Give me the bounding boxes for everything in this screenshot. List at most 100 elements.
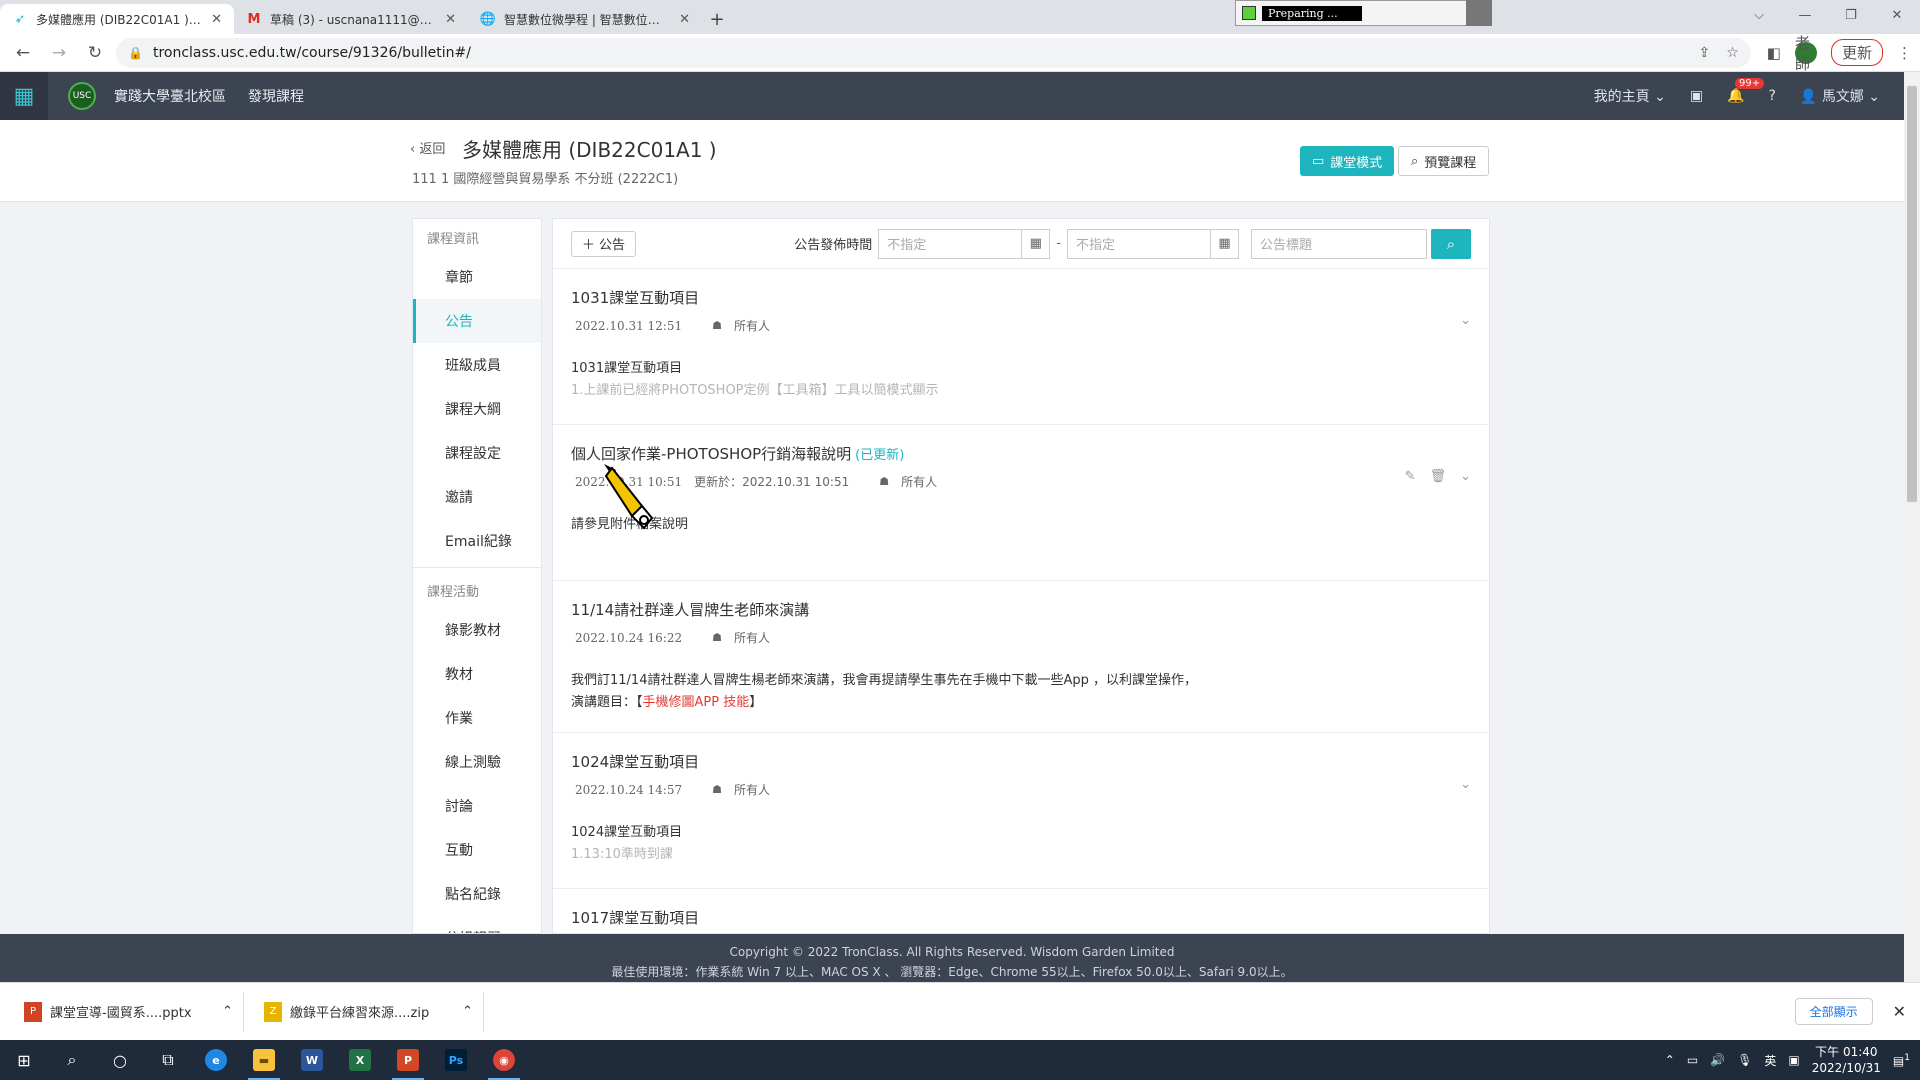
sidebar-item-interaction[interactable]: 互動 [413,828,541,872]
highlight-link[interactable]: 手機修圖APP 技能 [643,695,750,710]
sidebar-item-email-log[interactable]: Email紀錄 [413,519,541,563]
sidebar-item-settings[interactable]: 課程設定 [413,431,541,475]
close-icon[interactable]: ✕ [1893,1002,1906,1021]
back-arrow-icon[interactable]: ← [8,38,38,68]
bulletin-title[interactable]: 1024課堂互動項目 [571,751,1471,772]
apps-grid-icon[interactable]: ▦ [0,72,48,120]
task-view-icon[interactable]: ⧉ [144,1040,192,1080]
download-item-zip[interactable]: Z 繳錄平台練習來源....zip ⌃ [254,991,484,1032]
microphone-icon[interactable]: 🎙 [1737,1053,1752,1067]
profile-avatar[interactable]: 老師 [1794,34,1817,73]
bulletin-title[interactable]: 1031課堂互動項目 [571,287,1471,308]
class-mode-button[interactable]: ▭ 課堂模式 [1300,146,1395,176]
volume-icon[interactable]: 🔊 [1710,1053,1725,1067]
chevron-down-icon[interactable]: ⌄ [1460,777,1471,792]
sidebar-item-discussion[interactable]: 討論 [413,784,541,828]
sidebar-item-bulletin[interactable]: 公告 [413,299,541,343]
page-scrollbar[interactable] [1904,72,1920,982]
cortana-icon[interactable]: ○ [96,1040,144,1080]
bell-icon[interactable]: 🔔 99+ [1727,78,1765,104]
edge-icon[interactable]: e [192,1040,240,1080]
excel-icon[interactable]: X [336,1040,384,1080]
edit-icon[interactable]: ✎ [1405,469,1416,484]
calendar-icon[interactable]: ▦ [1210,229,1238,258]
start-date-input[interactable]: 不指定 ▦ [878,228,1051,259]
my-home-menu[interactable]: 我的主頁 ⌄ [1594,86,1666,106]
search-icon[interactable]: ⌕ [48,1040,96,1080]
bulletin-item[interactable]: 1024課堂互動項目 2022.10.24 14:57 ☗ 所有人 ⌄ 1024… [553,733,1489,889]
close-icon[interactable]: ✕ [445,12,456,27]
star-icon[interactable]: ☆ [1726,45,1739,61]
add-bulletin-button[interactable]: ＋公告 [571,230,637,257]
notification-center-icon[interactable]: ▤1 [1893,1053,1910,1068]
window-close-icon[interactable]: ✕ [1874,0,1920,30]
sidebar-item-chapters[interactable]: 章節 [413,255,541,299]
close-icon[interactable]: ✕ [679,12,690,27]
share-icon[interactable]: ⇪ [1699,45,1711,61]
calendar-icon[interactable]: ▣ [1690,88,1703,104]
new-tab-button[interactable]: + [702,4,732,34]
network-icon[interactable]: ▭ [1687,1053,1698,1067]
chevron-up-icon[interactable]: ⌃ [1665,1053,1675,1067]
sidebar-item-invite[interactable]: 邀請 [413,475,541,519]
sidebar-item-syllabus[interactable]: 課程大綱 [413,387,541,431]
back-link[interactable]: ‹ 返回 [410,138,445,157]
sidebar-item-members[interactable]: 班級成員 [413,343,541,387]
ime-mode-icon[interactable]: ▣ [1788,1053,1799,1067]
minimize-icon[interactable]: — [1782,0,1828,30]
word-icon[interactable]: W [288,1040,336,1080]
preview-course-button[interactable]: ⌕ 預覽課程 [1398,146,1490,176]
file-explorer-icon[interactable]: ▬ [240,1040,288,1080]
kebab-menu-icon[interactable]: ⋮ [1897,44,1912,62]
bulletin-item[interactable]: 11/14請社群達人冒牌生老師來演講 2022.10.24 16:22 ☗ 所有… [553,581,1489,733]
discover-courses-link[interactable]: 發現課程 [248,86,304,106]
reload-icon[interactable]: ↻ [80,38,110,68]
trash-icon[interactable]: 🗑 [1430,469,1447,484]
bulletin-title[interactable]: 1017課堂互動項目 [571,907,1471,928]
close-icon[interactable]: ✕ [211,12,222,27]
bulletin-item[interactable]: 個人回家作業-PHOTOSHOP行銷海報說明 (已更新) 2022.10.31 1… [553,425,1489,581]
browser-tab-gmail[interactable]: M 草稿 (3) - uscnana1111@gmail ✕ [234,4,468,34]
bulletin-title[interactable]: 個人回家作業-PHOTOSHOP行銷海報說明 [571,445,851,463]
tronclass-favicon-icon: ➶ [14,11,26,27]
browser-tab-course[interactable]: ➶ 多媒體應用 (DIB22C01A1 ) - 實踐 ✕ [0,4,234,34]
side-panel-icon[interactable]: ◧ [1767,44,1781,62]
photoshop-icon[interactable]: Ps [432,1040,480,1080]
chevron-up-icon[interactable]: ⌃ [462,1004,473,1019]
calendar-icon[interactable]: ▦ [1021,229,1049,258]
chevron-up-icon[interactable]: ⌃ [222,1004,233,1019]
bulletin-item[interactable]: 1017課堂互動項目 [553,889,1489,933]
browser-tab-platform[interactable]: 🌐 智慧數位微學程 | 智慧數位平台 ✕ [468,4,702,34]
sidebar-item-videos[interactable]: 錄影教材 [413,608,541,652]
chevron-down-icon[interactable]: ⌄ [1460,313,1471,328]
sidebar-item-homework[interactable]: 作業 [413,696,541,740]
show-all-downloads-button[interactable]: 全部顯示 [1794,998,1873,1025]
help-icon[interactable]: ? [1768,88,1775,104]
download-item-pptx[interactable]: P 課堂宣導-國貿系....pptx ⌃ [14,991,244,1032]
ime-indicator[interactable]: 英 [1764,1052,1776,1069]
scrollbar-thumb[interactable] [1907,86,1917,502]
bulletin-search-input[interactable]: 公告標題 [1251,228,1427,259]
update-button[interactable]: 更新 [1830,39,1883,66]
chevron-down-icon[interactable]: ⌄ [1460,469,1471,484]
tab-search-icon[interactable]: ⌵ [1736,0,1782,30]
sidebar-item-attendance[interactable]: 點名紀錄 [413,872,541,916]
forward-arrow-icon[interactable]: → [44,38,74,68]
powerpoint-icon[interactable]: P [384,1040,432,1080]
sidebar-item-materials[interactable]: 教材 [413,652,541,696]
sidebar-item-groups[interactable]: 分組報習 [413,916,541,933]
bulletin-item[interactable]: 1031課堂互動項目 2022.10.31 12:51 ☗ 所有人 ⌄ 1031… [553,269,1489,425]
campus-link[interactable]: 實踐大學臺北校區 [114,86,226,106]
url-bar[interactable]: 🔒 tronclass.usc.edu.tw/course/91326/bull… [116,37,1751,68]
taskbar-clock[interactable]: 下午 01:40 2022/10/31 [1812,1044,1881,1076]
restore-icon[interactable]: ❐ [1828,0,1874,30]
chrome-icon[interactable]: ◉ [480,1040,528,1080]
school-logo[interactable]: USC [68,82,96,110]
end-date-input[interactable]: 不指定 ▦ [1067,228,1239,259]
search-button[interactable]: ⌕ [1431,228,1471,259]
bulletin-actions: ⌄ [1460,313,1471,328]
bulletin-title[interactable]: 11/14請社群達人冒牌生老師來演講 [571,599,1471,620]
sidebar-item-quiz[interactable]: 線上測驗 [413,740,541,784]
user-menu[interactable]: 👤 馬文娜 ⌄ [1800,86,1880,106]
windows-start-icon[interactable]: ⊞ [0,1040,48,1080]
